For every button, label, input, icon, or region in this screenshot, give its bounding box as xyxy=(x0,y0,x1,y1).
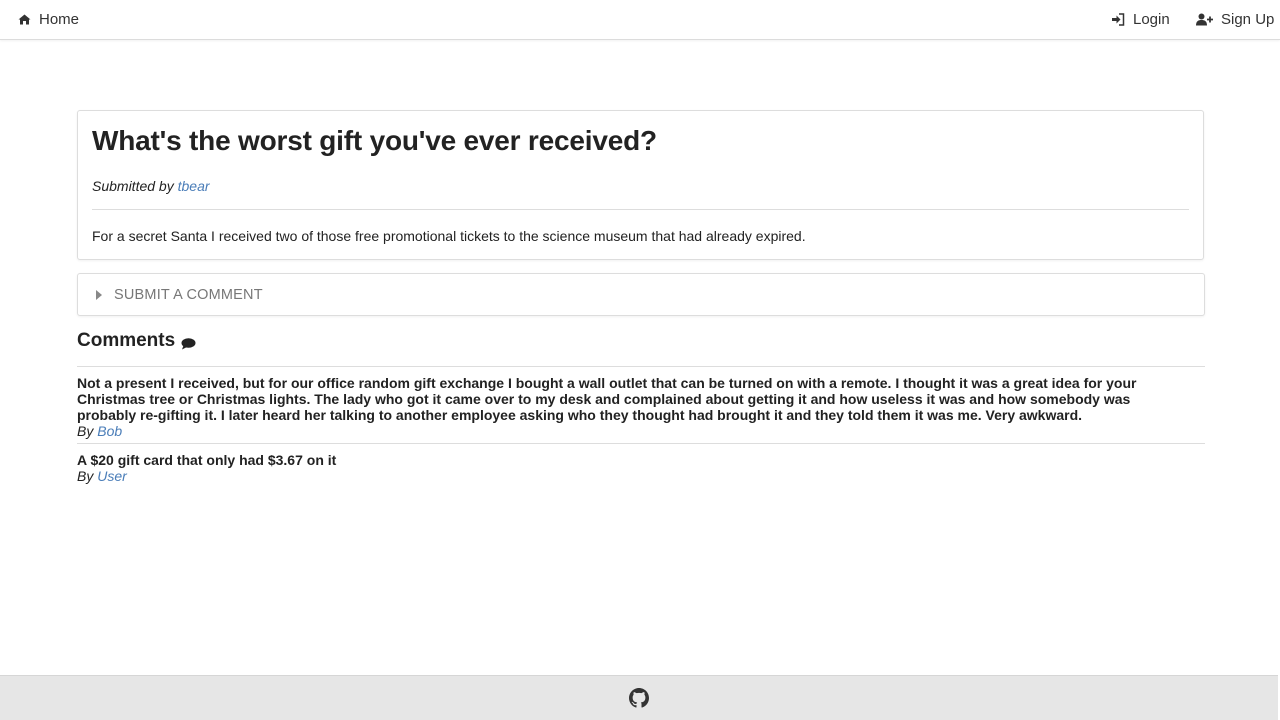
nav-home-label: Home xyxy=(39,11,80,28)
comment-by-prefix: By xyxy=(77,423,94,439)
comment-author-link[interactable]: User xyxy=(97,468,127,484)
caret-right-icon xyxy=(96,289,102,300)
comment-author: By User xyxy=(77,468,1205,484)
nav-home-link[interactable]: Home xyxy=(18,0,79,39)
comments-heading: Comments xyxy=(77,330,196,352)
post-body: For a secret Santa I received two of tho… xyxy=(92,228,806,244)
top-navbar: Home Login Sign Up xyxy=(0,0,1280,40)
post-divider xyxy=(92,209,1189,210)
nav-signup-link[interactable]: Sign Up xyxy=(1196,0,1274,39)
github-icon[interactable] xyxy=(629,688,649,708)
submit-comment-label: Submit a comment xyxy=(114,286,263,303)
comment-text: A $20 gift card that only had $3.67 on i… xyxy=(77,452,337,468)
post-submitted-by: Submitted by tbear xyxy=(92,178,210,194)
nav-login-label: Login xyxy=(1133,11,1170,28)
nav-login-link[interactable]: Login xyxy=(1111,0,1170,39)
footer xyxy=(0,675,1278,720)
post-title: What's the worst gift you've ever receiv… xyxy=(92,125,657,156)
sign-in-icon xyxy=(1112,13,1125,26)
comment-author-link[interactable]: Bob xyxy=(97,423,122,439)
comment-item: Not a present I received, but for our of… xyxy=(77,366,1205,439)
home-icon xyxy=(18,14,31,25)
comment-item: A $20 gift card that only had $3.67 on i… xyxy=(77,443,1205,484)
post-author-link[interactable]: tbear xyxy=(178,178,210,194)
comment-icon xyxy=(181,337,196,349)
comment-author: By Bob xyxy=(77,423,1205,439)
user-plus-icon xyxy=(1196,13,1213,26)
submitted-by-prefix: Submitted by xyxy=(92,178,174,194)
comment-by-prefix: By xyxy=(77,468,94,484)
comment-text: Not a present I received, but for our of… xyxy=(77,375,1137,423)
comments-heading-label: Comments xyxy=(77,330,176,351)
nav-signup-label: Sign Up xyxy=(1221,11,1275,28)
submit-comment-toggle[interactable]: Submit a comment xyxy=(77,273,1205,316)
post-card: What's the worst gift you've ever receiv… xyxy=(77,110,1204,260)
